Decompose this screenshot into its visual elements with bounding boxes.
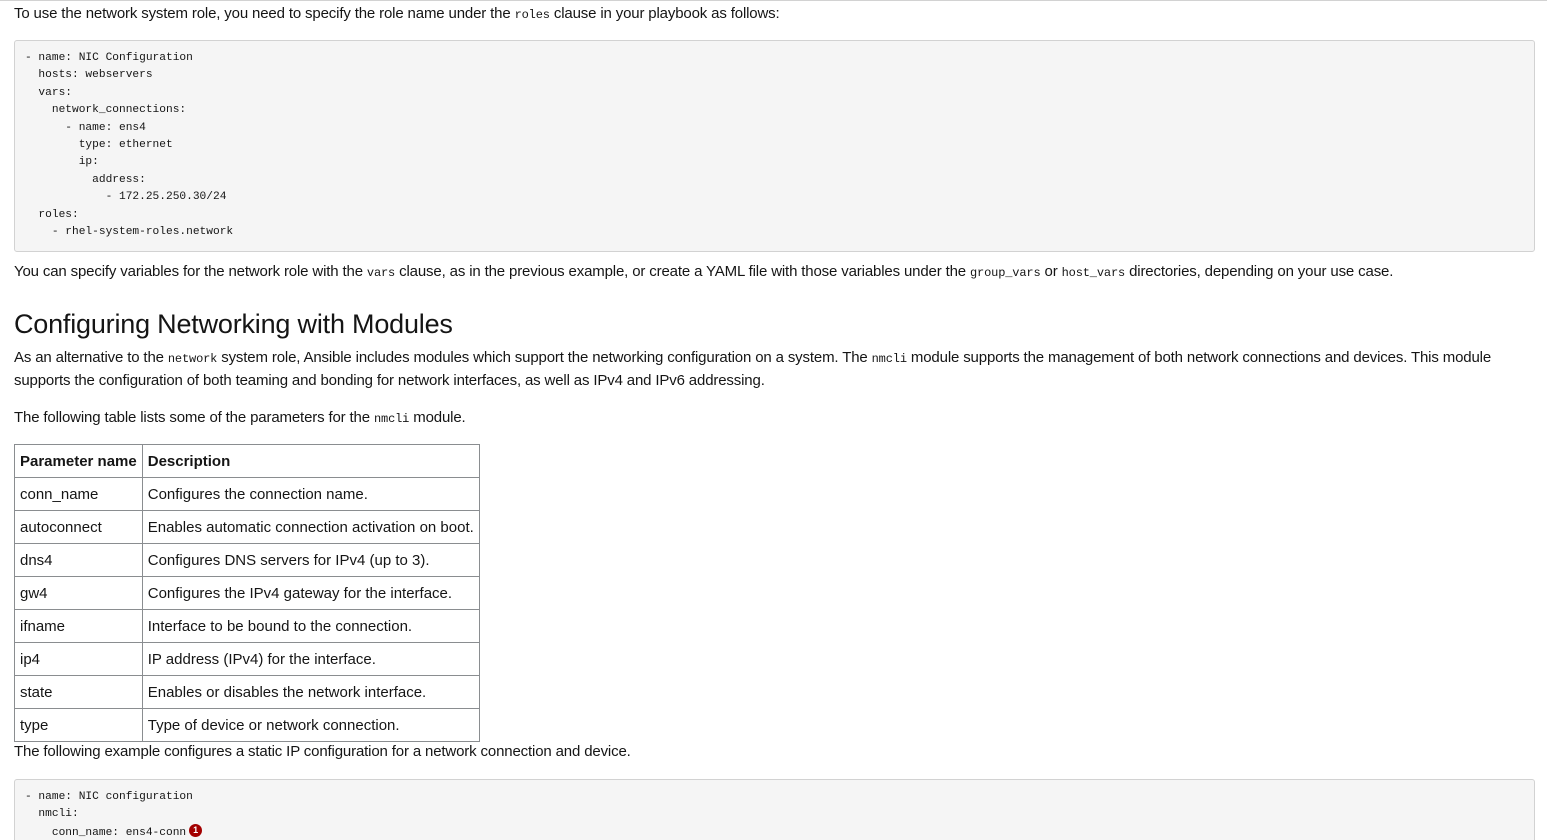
table-intro-paragraph: The following table lists some of the pa…	[14, 407, 466, 430]
param-name-cell: type	[14, 708, 143, 742]
intro-paragraph: To use the network system role, you need…	[14, 3, 780, 26]
param-description-cell: Enables automatic connection activation …	[141, 510, 480, 544]
vars-text-2: clause, as in the previous example, or c…	[395, 263, 970, 280]
inline-code-host-vars: host_vars	[1061, 266, 1126, 280]
modules-text-1: As an alternative to the	[14, 349, 168, 366]
param-description-cell: IP address (IPv4) for the interface.	[141, 642, 480, 676]
param-description-cell: Enables or disables the network interfac…	[141, 675, 480, 709]
param-name-cell: state	[14, 675, 143, 709]
param-description-cell: Interface to be bound to the connection.	[141, 609, 480, 643]
top-divider	[0, 0, 1547, 1]
code-line: - name: NIC configuration	[25, 791, 193, 803]
code-block-nmcli-example: - name: NIC configuration nmcli: conn_na…	[14, 779, 1535, 840]
table-row: autoconnect Enables automatic connection…	[14, 510, 480, 544]
example-intro-paragraph: The following example configures a stati…	[14, 743, 631, 760]
table-intro-before: The following table lists some of the pa…	[14, 409, 374, 426]
section-heading: Configuring Networking with Modules	[14, 309, 453, 339]
callout-badge: 1	[189, 823, 203, 837]
param-name-cell: autoconnect	[14, 510, 143, 544]
modules-text-2: system role, Ansible includes modules wh…	[217, 349, 872, 366]
modules-paragraph: As an alternative to the network system …	[14, 347, 1514, 392]
param-name-cell: conn_name	[14, 477, 143, 511]
inline-code-vars: vars	[366, 266, 396, 280]
table-row: conn_name Configures the connection name…	[14, 477, 480, 511]
param-name-cell: ip4	[14, 642, 143, 676]
code-block-role-playbook: - name: NIC Configuration hosts: webserv…	[14, 40, 1535, 252]
vars-text-1: You can specify variables for the networ…	[14, 263, 367, 280]
table-row: dns4 Configures DNS servers for IPv4 (up…	[14, 543, 480, 577]
code-line: nmcli:	[25, 808, 79, 821]
vars-text-4: directories, depending on your use case.	[1125, 263, 1394, 280]
inline-code-network: network	[167, 352, 218, 366]
param-name-cell: dns4	[14, 543, 143, 577]
param-name-cell: gw4	[14, 576, 143, 610]
table-row: type Type of device or network connectio…	[14, 708, 480, 742]
table-row: ip4 IP address (IPv4) for the interface.	[14, 642, 480, 676]
param-name-cell: ifname	[14, 609, 143, 643]
table-row: gw4 Configures the IPv4 gateway for the …	[14, 576, 480, 610]
nmcli-parameters-table: Parameter name Description conn_name Con…	[14, 444, 480, 742]
vars-paragraph: You can specify variables for the networ…	[14, 261, 1393, 284]
table-row: ifname Interface to be bound to the conn…	[14, 609, 480, 643]
inline-code-roles: roles	[514, 8, 550, 22]
table-header-row: Parameter name Description	[14, 444, 480, 478]
param-description-cell: Type of device or network connection.	[141, 708, 480, 742]
table-intro-after: module.	[409, 409, 466, 426]
inline-code-group-vars: group_vars	[970, 266, 1041, 280]
table-row: state Enables or disables the network in…	[14, 675, 480, 709]
header-parameter-name: Parameter name	[14, 444, 143, 478]
header-description: Description	[141, 444, 480, 478]
inline-code-nmcli-2: nmcli	[373, 412, 410, 426]
param-description-cell: Configures DNS servers for IPv4 (up to 3…	[141, 543, 480, 577]
intro-text-before: To use the network system role, you need…	[14, 5, 515, 22]
inline-code-nmcli: nmcli	[871, 352, 907, 366]
param-description-cell: Configures the IPv4 gateway for the inte…	[141, 576, 480, 610]
param-description-cell: Configures the connection name.	[141, 477, 480, 511]
code-line: conn_name: ens4-conn	[25, 826, 187, 839]
vars-text-3: or	[1040, 263, 1062, 280]
intro-text-after: clause in your playbook as follows:	[549, 5, 780, 22]
